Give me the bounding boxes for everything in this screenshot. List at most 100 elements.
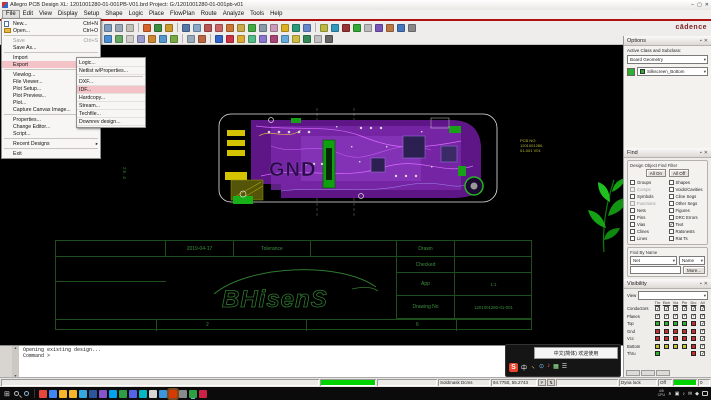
pick-button[interactable]: P (538, 379, 546, 386)
toolbar-icon[interactable] (204, 24, 212, 32)
drc-color-swatch[interactable] (691, 321, 696, 326)
sogou-icon[interactable]: S (509, 363, 518, 372)
menu-analyze[interactable]: Analyze (220, 10, 247, 19)
checkbox[interactable] (669, 208, 674, 213)
layer-color-swatch[interactable] (655, 336, 660, 341)
toolbar-icon[interactable] (303, 35, 311, 43)
checkbox[interactable] (673, 314, 678, 319)
checkbox[interactable] (630, 229, 635, 234)
menu-item[interactable]: Techfile... (77, 110, 145, 118)
options-pane-header[interactable]: Options (624, 36, 711, 46)
toolbar-icon[interactable] (198, 35, 206, 43)
checkbox[interactable] (700, 321, 705, 326)
toolbar-icon[interactable] (115, 35, 123, 43)
ime-function-icon[interactable]: 丶 (530, 363, 536, 372)
tray-icon[interactable]: ▣ (675, 391, 680, 397)
checkbox[interactable] (700, 329, 705, 334)
toolbar-icon[interactable] (281, 24, 289, 32)
checkbox[interactable] (669, 194, 674, 199)
cortana-icon[interactable] (24, 391, 29, 396)
toolbar-icon[interactable] (170, 35, 178, 43)
ime-function-icon[interactable]: ☰ (562, 363, 567, 372)
visibility-pane-header[interactable]: Visibility (624, 279, 711, 289)
updown-icon[interactable]: ⇅ (547, 379, 555, 386)
menu-item[interactable]: DXF... (77, 78, 145, 86)
menu-place[interactable]: Place (146, 10, 167, 19)
checkbox[interactable] (630, 201, 635, 206)
find-type-dropdown[interactable]: Net (630, 256, 677, 265)
maximize-button[interactable]: ▢ (697, 2, 702, 8)
menu-item[interactable]: IDF... (77, 86, 145, 94)
notification-icon[interactable] (702, 391, 708, 396)
toolbar-icon[interactable] (165, 24, 173, 32)
toolbar-icon[interactable] (292, 24, 300, 32)
menu-item[interactable]: Script... (2, 130, 100, 137)
toolbar-icon[interactable] (193, 24, 201, 32)
toolbar-icon[interactable] (104, 24, 112, 32)
toolbar-icon[interactable] (182, 24, 190, 32)
menu-logic[interactable]: Logic (126, 10, 146, 19)
toolbar-icon[interactable] (126, 35, 134, 43)
all-off-button[interactable]: All Off (669, 169, 689, 177)
toolbar-icon[interactable] (342, 24, 350, 32)
drc-color-swatch[interactable] (691, 344, 696, 349)
taskbar-app-icon[interactable] (99, 390, 107, 398)
menu-item[interactable]: Downrev design... (77, 118, 145, 126)
drc-color-swatch[interactable] (691, 329, 696, 334)
toolbar-icon[interactable] (303, 24, 311, 32)
taskbar-app-icon[interactable] (49, 390, 57, 398)
menu-item[interactable]: SaveCtrl+S (2, 37, 100, 44)
more-button[interactable]: More... (683, 266, 705, 274)
toolbar-icon[interactable] (248, 35, 256, 43)
menu-item[interactable]: Netlist w/Properties... (77, 67, 145, 75)
ime-function-icon[interactable]: ▦ (553, 363, 559, 372)
close-icon[interactable] (704, 38, 708, 44)
checkbox[interactable] (700, 336, 705, 341)
layer-color-swatch[interactable] (673, 321, 678, 326)
tray-icon[interactable]: ✉ (688, 391, 692, 397)
panel-tab[interactable] (626, 370, 640, 376)
layer-color-swatch[interactable] (655, 344, 660, 349)
taskbar-app-icon[interactable] (69, 390, 77, 398)
taskbar-app-icon[interactable] (179, 390, 187, 398)
toolbar-icon[interactable] (226, 35, 234, 43)
menu-item[interactable]: Stream... (77, 102, 145, 110)
checkbox[interactable] (700, 344, 705, 349)
checkbox[interactable] (630, 222, 635, 227)
layer-color-swatch[interactable] (673, 329, 678, 334)
taskbar-app-icon[interactable] (119, 390, 127, 398)
layer-color-swatch[interactable] (673, 344, 678, 349)
layer-color-swatch[interactable] (664, 344, 669, 349)
close-icon[interactable] (704, 281, 708, 287)
menu-item[interactable]: Recent Designs▸ (2, 140, 100, 147)
tray-icon[interactable]: ◆ (695, 391, 699, 397)
toolbar-icon[interactable] (314, 35, 322, 43)
checkbox[interactable] (630, 236, 635, 241)
toolbar-icon[interactable] (226, 24, 234, 32)
toolbar-icon[interactable] (397, 24, 405, 32)
toolbar-icon[interactable] (364, 24, 372, 32)
checkbox[interactable] (630, 208, 635, 213)
checkbox[interactable] (669, 215, 674, 220)
checkbox[interactable] (630, 194, 635, 199)
layer-color-swatch[interactable] (664, 321, 669, 326)
tray-icon[interactable]: ♪ (682, 391, 685, 397)
toolbar-icon[interactable] (353, 24, 361, 32)
menu-flowplan[interactable]: FlowPlan (167, 10, 198, 19)
checkbox[interactable] (669, 222, 674, 227)
panel-tab[interactable] (641, 370, 655, 376)
menu-item[interactable]: Logic... (77, 59, 145, 67)
layer-color-swatch[interactable] (682, 336, 687, 341)
drc-color-swatch[interactable] (691, 351, 696, 356)
ime-toolbar[interactable]: 中文(简体) 欢迎使用 S 中丶⊙♪▦☰ (505, 344, 621, 377)
layer-color-swatch[interactable] (664, 329, 669, 334)
menu-route[interactable]: Route (198, 10, 220, 19)
toolbar-icon[interactable] (237, 35, 245, 43)
checkbox[interactable] (700, 351, 705, 356)
drc-color-swatch[interactable] (691, 336, 696, 341)
checkbox[interactable] (700, 314, 705, 319)
taskbar-app-icon[interactable] (109, 390, 117, 398)
toolbar-icon[interactable] (187, 35, 195, 43)
checkbox[interactable] (655, 314, 660, 319)
toolbar-icon[interactable] (270, 24, 278, 32)
